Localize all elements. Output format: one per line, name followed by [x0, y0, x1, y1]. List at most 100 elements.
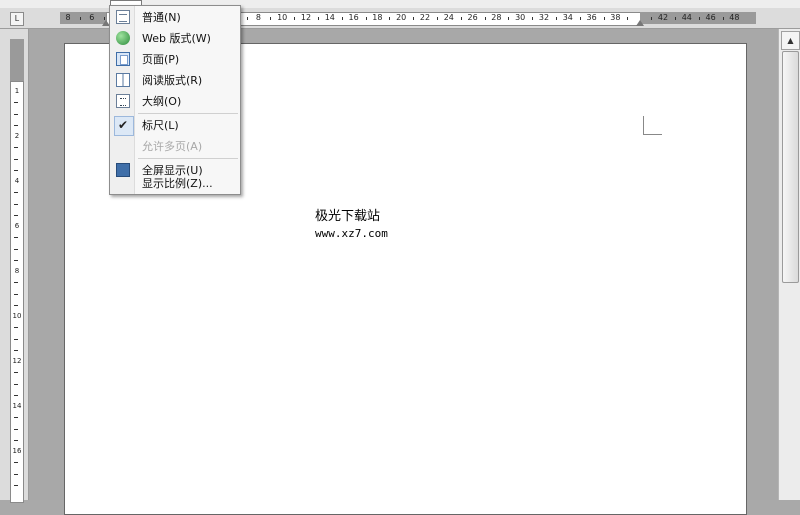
ruler-number: 36 [586, 13, 597, 22]
vertical-ruler-tick [14, 192, 18, 194]
menu-item-web-layout[interactable]: Web 版式(W) [111, 28, 239, 49]
vertical-ruler-tick [14, 473, 18, 475]
ruler-tick [603, 17, 605, 20]
page-layout-icon [116, 52, 130, 66]
ruler-tick [484, 17, 486, 20]
ruler-tick [389, 17, 391, 20]
ruler-tick [294, 17, 296, 20]
menu-item-label: 阅读版式(R) [142, 74, 203, 87]
ruler-tick [532, 17, 534, 20]
ruler-tick [341, 17, 343, 20]
ruler-number: 28 [491, 13, 502, 22]
vertical-scrollbar[interactable]: ▲ [778, 29, 800, 500]
menu-item-zoom[interactable]: 显示比例(Z)... [111, 173, 239, 193]
menu-item-label: 大纲(O) [142, 95, 182, 108]
ruler-tick [79, 17, 81, 20]
vertical-ruler-tick [14, 248, 18, 250]
document-text-line: 极光下载站 [315, 209, 381, 224]
vertical-ruler-tick [14, 158, 18, 160]
ruler-number: 30 [515, 13, 526, 22]
vertical-ruler-number: 12 [12, 357, 22, 365]
ruler-number: 8 [65, 13, 71, 22]
vertical-ruler-number: 14 [12, 402, 22, 410]
vertical-ruler[interactable]: 1 2 4 6 8 10 12 14 16 [0, 29, 29, 503]
vertical-ruler-tick [14, 124, 18, 126]
ruler-number: 34 [562, 13, 573, 22]
ruler-number: 10 [277, 13, 288, 22]
menu-item-ruler[interactable]: ✔ 标尺(L) [111, 115, 239, 136]
vertical-ruler-top-margin [10, 39, 24, 81]
menu-separator [138, 113, 238, 114]
menu-item-label: Web 版式(W) [142, 32, 211, 45]
menu-item-label: 普通(N) [142, 11, 181, 24]
ruler-number: 48 [729, 13, 740, 22]
vertical-ruler-tick [14, 394, 18, 396]
vertical-ruler-tick [14, 439, 18, 441]
menu-item-normal[interactable]: 普通(N) [111, 7, 239, 28]
ruler-tick [317, 17, 319, 20]
checkmark-icon: ✔ [117, 118, 129, 132]
ruler-tick [627, 17, 629, 20]
vertical-ruler-number: 10 [12, 312, 22, 320]
ruler-tick [674, 17, 676, 20]
ruler-tick [270, 17, 272, 20]
ruler-number: 26 [467, 13, 478, 22]
vertical-ruler-number: 6 [14, 222, 20, 230]
vertical-ruler-tick [14, 203, 18, 205]
vertical-ruler-number: 4 [14, 177, 20, 185]
menu-item-label: 允许多页(A) [142, 140, 203, 153]
ruler-tick [413, 17, 415, 20]
vertical-ruler-tick [14, 338, 18, 340]
ruler-number: 12 [300, 13, 312, 22]
ruler-tick [436, 17, 438, 20]
menu-item-label: 标尺(L) [142, 119, 179, 132]
ruler-number: 20 [396, 13, 407, 22]
document-text-line: www.xz7.com [315, 227, 388, 240]
ruler-number: 32 [538, 13, 550, 22]
ruler-tick [246, 17, 248, 20]
ruler-tick [365, 17, 367, 20]
normal-view-icon [116, 10, 130, 24]
ruler-tick [103, 17, 105, 20]
ruler-number: 14 [324, 13, 335, 22]
vertical-ruler-number: 1 [14, 87, 20, 95]
vertical-ruler-tick [14, 383, 18, 385]
menu-item-outline[interactable]: 大纲(O) [111, 91, 239, 112]
scroll-thumb[interactable] [782, 51, 799, 283]
vertical-ruler-tick [14, 428, 18, 430]
ruler-tick [460, 17, 462, 20]
outline-view-icon [116, 94, 130, 108]
ruler-tick [698, 17, 700, 20]
menu-item-label: 显示比例(Z)... [142, 177, 213, 190]
vertical-ruler-tick [14, 372, 18, 374]
ruler-number: 22 [419, 13, 431, 22]
right-indent-marker[interactable] [636, 20, 644, 26]
reading-layout-icon [116, 73, 130, 87]
vertical-ruler-tick [14, 259, 18, 261]
ruler-tick [651, 17, 653, 20]
ruler-number: 6 [89, 13, 95, 22]
tab-selector-button[interactable]: L [10, 12, 24, 26]
menu-separator [138, 158, 238, 159]
ruler-number: 8 [255, 13, 261, 22]
scroll-up-arrow[interactable]: ▲ [781, 31, 800, 50]
ruler-number: 24 [443, 13, 454, 22]
ruler-tick [722, 17, 724, 20]
vertical-ruler-tick [14, 293, 18, 295]
menu-item-page-layout[interactable]: 页面(P) [111, 49, 239, 70]
vertical-ruler-tick [14, 417, 18, 419]
vertical-ruler-number: 16 [12, 447, 22, 455]
ruler-tick [508, 17, 510, 20]
ruler-number: 38 [610, 13, 621, 22]
ruler-tick [555, 17, 557, 20]
web-layout-icon [116, 31, 130, 45]
vertical-ruler-tick [14, 102, 18, 104]
view-menu: 普通(N) Web 版式(W) 页面(P) 阅读版式(R) 大纲(O) ✔ 标尺… [109, 5, 241, 195]
document-body[interactable]: 极光下载站 www.xz7.com [315, 208, 388, 242]
ruler-number: 42 [657, 13, 669, 22]
menu-item-allow-multiple-pages: 允许多页(A) [111, 136, 239, 157]
menu-item-reading-layout[interactable]: 阅读版式(R) [111, 70, 239, 91]
ruler-number: 18 [372, 13, 383, 22]
vertical-ruler-tick [14, 462, 18, 464]
vertical-ruler-tick [14, 169, 18, 171]
